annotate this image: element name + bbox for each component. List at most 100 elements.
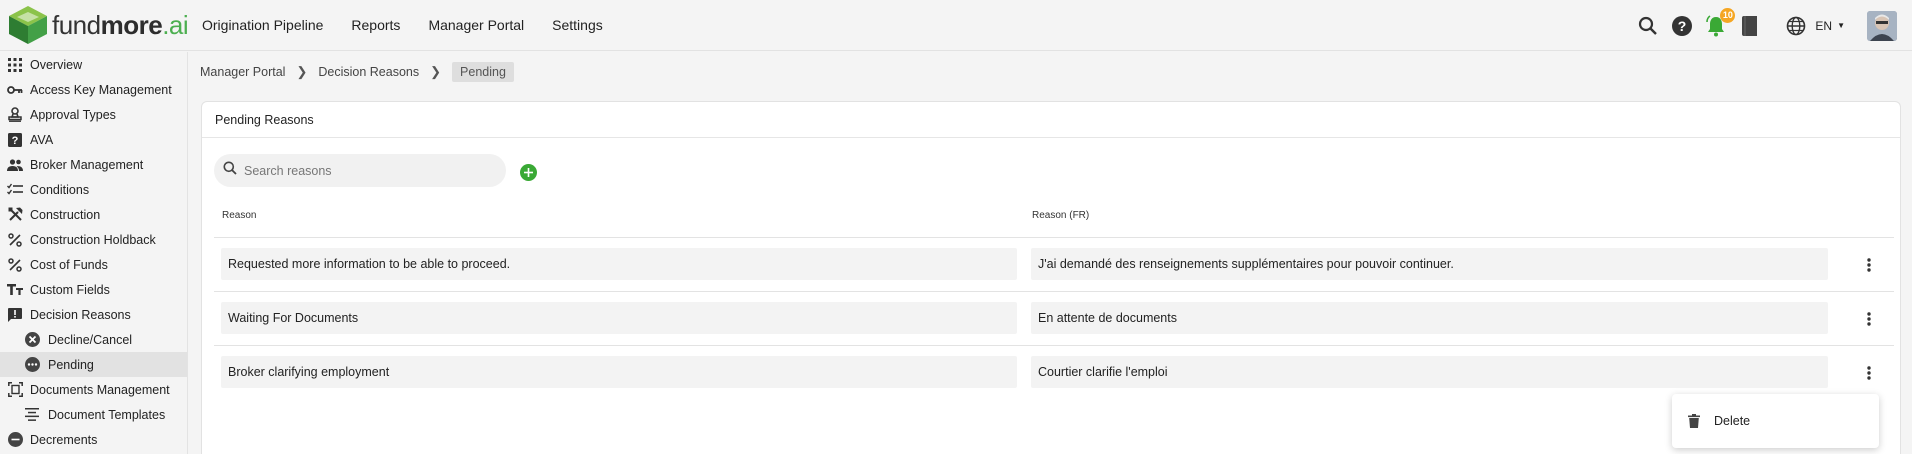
sidebar-item-label: Cost of Funds [30,257,108,272]
sidebar-item-decline-cancel[interactable]: Decline/Cancel [0,327,187,352]
sidebar-item-overview[interactable]: Overview [0,52,187,77]
nav-manager-portal[interactable]: Manager Portal [428,17,524,33]
sidebar-item-label: Conditions [30,182,90,197]
sidebar-item-label: Decrements [30,432,98,447]
breadcrumb-decision-reasons[interactable]: Decision Reasons [318,65,419,79]
sidebar-item-conditions[interactable]: Conditions [0,177,187,202]
main-nav: Origination Pipeline Reports Manager Por… [202,17,631,33]
breadcrumb-current: Pending [452,62,514,82]
sidebar-item-pending[interactable]: Pending [0,352,187,377]
column-header-reason-fr[interactable]: Reason (FR) [1032,210,1089,221]
reason-cell[interactable]: Requested more information to be able to… [221,248,1017,280]
reason-cell[interactable]: Broker clarifying employment [221,356,1017,388]
search-box [214,154,506,187]
align-center-icon [24,407,40,423]
stamp-icon [7,107,23,123]
sidebar-item-decrements[interactable]: Decrements [0,427,187,452]
logo-text: fundmore.ai [52,9,189,40]
top-right-actions: ? 10 EN ▼ [1627,0,1897,51]
sidebar-item-label: Approval Types [30,107,116,122]
sidebar-item-decision-reasons[interactable]: Decision Reasons [0,302,187,327]
sidebar-item-custom-fields[interactable]: Custom Fields [0,277,187,302]
sidebar-item-ava[interactable]: ? AVA [0,127,187,152]
sidebar-item-construction[interactable]: Construction [0,202,187,227]
tools-icon [7,207,23,223]
nav-origination-pipeline[interactable]: Origination Pipeline [202,17,323,33]
sidebar: Overview Access Key Management Approval … [0,52,188,454]
table-row: Requested more information to be able to… [214,238,1894,292]
pending-circle-icon [24,357,40,373]
help-box-icon: ? [7,132,23,148]
sidebar-item-access-key-management[interactable]: Access Key Management [0,77,187,102]
search-icon[interactable] [1635,13,1661,39]
reason-fr-cell[interactable]: Courtier clarifie l'emploi [1031,356,1828,388]
sidebar-item-label: Access Key Management [30,82,172,97]
percent-icon [7,257,23,273]
document-scan-icon [7,382,23,398]
percent-icon [7,232,23,248]
alert-message-icon [7,307,23,323]
more-vert-icon[interactable] [1861,363,1877,383]
sidebar-item-label: Document Templates [48,407,166,422]
checklist-icon [7,182,23,198]
svg-text:?: ? [12,135,19,147]
chevron-right-icon: ❯ [430,64,442,79]
table-row: Waiting For Documents En attente de docu… [214,292,1894,346]
cancel-circle-icon [24,332,40,348]
logo[interactable]: fundmore.ai [6,3,202,47]
sidebar-item-cost-of-funds[interactable]: Cost of Funds [0,252,187,277]
search-icon [223,161,237,180]
search-input[interactable] [244,163,484,178]
add-reason-button[interactable] [520,164,537,181]
delete-label: Delete [1714,414,1751,428]
book-icon[interactable] [1737,13,1763,39]
delete-menu-item[interactable]: Delete [1688,394,1879,448]
sidebar-item-construction-holdback[interactable]: Construction Holdback [0,227,187,252]
sidebar-item-label: Construction [30,207,101,222]
sidebar-item-label: Decline/Cancel [48,332,133,347]
language-label: EN [1815,18,1833,33]
sidebar-item-approval-types[interactable]: Approval Types [0,102,187,127]
breadcrumb-manager-portal[interactable]: Manager Portal [200,65,285,79]
key-icon [7,82,23,98]
top-bar: fundmore.ai Origination Pipeline Reports… [0,0,1912,51]
card-title: Pending Reasons [202,102,1900,138]
sidebar-item-label: Pending [48,357,94,372]
row-context-menu: Delete [1672,394,1879,448]
sidebar-item-broker-management[interactable]: Broker Management [0,152,187,177]
avatar[interactable] [1867,10,1897,41]
sidebar-item-label: AVA [30,132,54,147]
sidebar-item-label: Documents Management [30,382,170,397]
people-icon [7,157,23,173]
reason-fr-cell[interactable]: En attente de documents [1031,302,1828,334]
chevron-right-icon: ❯ [296,64,308,79]
grid-icon [7,57,23,73]
sidebar-item-label: Overview [30,57,83,72]
nav-reports[interactable]: Reports [351,17,400,33]
globe-icon[interactable] [1783,13,1809,39]
minus-circle-icon [7,432,23,448]
help-icon[interactable]: ? [1669,13,1695,39]
notifications-bell-icon[interactable]: 10 [1703,7,1736,39]
nav-settings[interactable]: Settings [552,17,603,33]
column-header-reason[interactable]: Reason [222,210,256,221]
sidebar-item-document-templates[interactable]: Document Templates [0,402,187,427]
caret-down-icon: ▼ [1837,21,1845,30]
text-format-icon [7,282,23,298]
reason-cell[interactable]: Waiting For Documents [221,302,1017,334]
sidebar-item-label: Broker Management [30,157,144,172]
sidebar-item-label: Custom Fields [30,282,110,297]
sidebar-item-documents-management[interactable]: Documents Management [0,377,187,402]
trash-icon [1688,414,1700,428]
logo-mark-icon [9,6,47,44]
notification-count-badge: 10 [1720,7,1736,23]
sidebar-item-label: Construction Holdback [30,232,156,247]
reason-fr-cell[interactable]: J'ai demandé des renseignements suppléme… [1031,248,1828,280]
breadcrumb: Manager Portal ❯ Decision Reasons ❯ Pend… [200,61,514,83]
table-row: Broker clarifying employment Courtier cl… [214,346,1894,400]
language-selector[interactable]: EN ▼ [1815,19,1845,33]
more-vert-icon[interactable] [1861,255,1877,275]
more-vert-icon[interactable] [1861,309,1877,329]
svg-text:?: ? [1678,18,1687,34]
sidebar-item-label: Decision Reasons [30,307,131,322]
